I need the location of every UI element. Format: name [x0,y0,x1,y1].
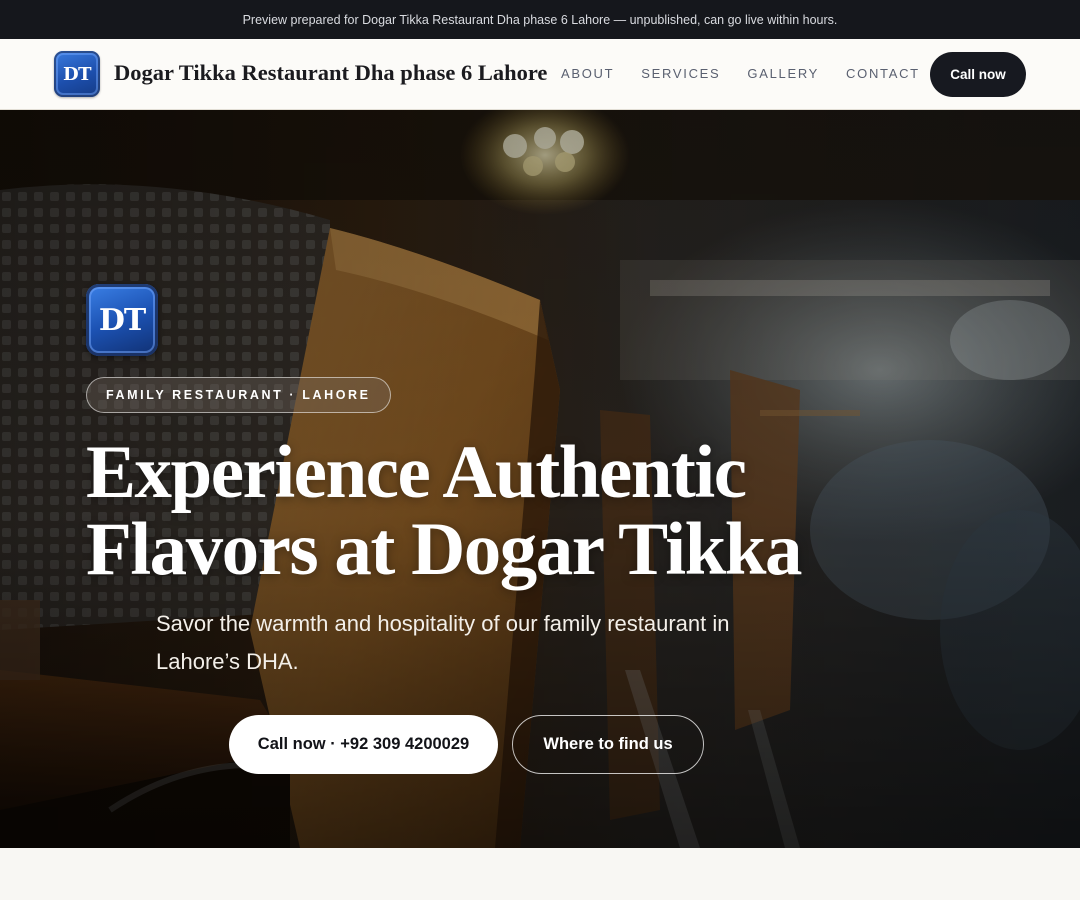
nav-item-contact[interactable]: CONTACT [846,66,920,81]
nav-item-services[interactable]: SERVICES [641,66,720,81]
main-nav: ABOUT SERVICES GALLERY CONTACT [561,66,947,81]
hero-title-line-1: Experience Authentic [86,431,747,514]
site-title[interactable]: Dogar Tikka Restaurant Dha phase 6 Lahor… [114,60,547,86]
hero-title-line-2: Flavors at Dogar Tikka [86,508,803,591]
nav-item-gallery[interactable]: GALLERY [747,66,819,81]
hero-subtitle: Savor the warmth and hospitality of our … [156,611,730,674]
call-now-phone-button[interactable]: Call now · +92 309 4200029 [229,715,498,774]
site-header: DT Dogar Tikka Restaurant Dha phase 6 La… [0,39,1080,110]
hero-title: Experience Authentic Flavors at Dogar Ti… [86,434,846,588]
where-to-find-us-button[interactable]: Where to find us [512,715,704,774]
hero-eyebrow-badge: FAMILY RESTAURANT · LAHORE [86,377,391,413]
nav-item-about[interactable]: ABOUT [561,66,614,81]
logo-text: DT [62,63,92,85]
call-now-button[interactable]: Call now [930,52,1026,97]
hero-section: DT FAMILY RESTAURANT · LAHORE Experience… [0,110,1080,848]
preview-banner-text: Preview prepared for Dogar Tikka Restaur… [242,12,838,27]
hero-actions: Call now · +92 309 4200029 Where to find… [229,715,704,774]
hero-logo-text: DT [98,302,146,338]
hero-logo-icon: DT [86,284,158,356]
logo-icon[interactable]: DT [54,51,100,97]
preview-banner: Preview prepared for Dogar Tikka Restaur… [0,0,1080,39]
